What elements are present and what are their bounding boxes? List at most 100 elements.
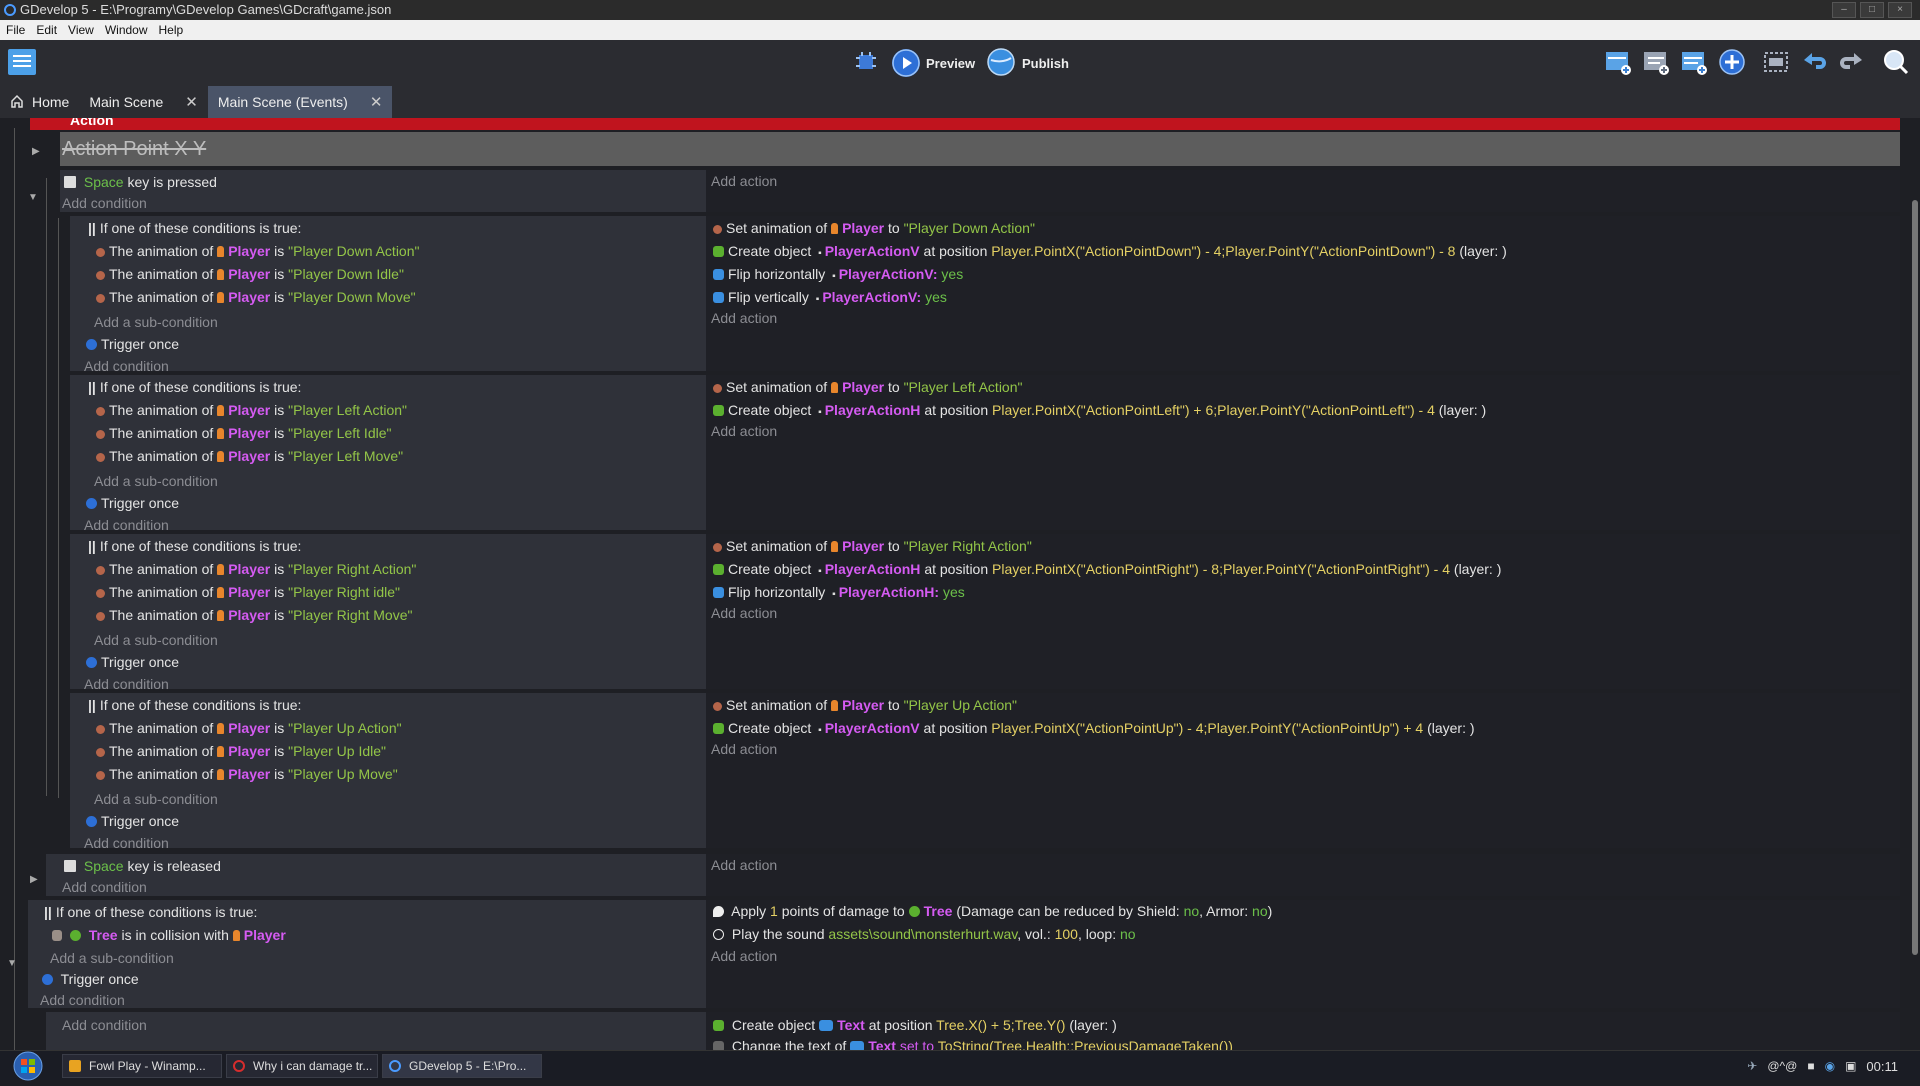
publish-button[interactable]: Publish: [986, 47, 1069, 78]
or-condition[interactable]: || If one of these conditions is true:: [88, 536, 301, 556]
menu-window[interactable]: Window: [105, 23, 148, 37]
action-create-object[interactable]: Create object ▪ PlayerActionH at position…: [713, 559, 1501, 579]
collapse-arrow-icon[interactable]: ▼: [28, 192, 38, 203]
add-subevent-icon[interactable]: [1642, 48, 1670, 81]
condition-animation[interactable]: The animation of Player is "Player Left …: [96, 400, 407, 420]
taskbar-item-browser[interactable]: Why i can damage tr...: [226, 1054, 378, 1078]
add-subcondition-link[interactable]: Add a sub-condition: [94, 312, 218, 332]
menu-file[interactable]: File: [6, 23, 25, 37]
action-set-animation[interactable]: Set animation of Player to "Player Left …: [713, 377, 1022, 397]
add-action-link[interactable]: Add action: [711, 171, 777, 191]
maximize-button[interactable]: □: [1860, 2, 1884, 18]
collapse-arrow-icon[interactable]: ▼: [7, 958, 17, 969]
action-play-sound[interactable]: Play the sound assets\sound\monsterhurt.…: [713, 924, 1136, 944]
add-action-link[interactable]: Add action: [711, 946, 777, 966]
or-condition[interactable]: || If one of these conditions is true:: [44, 902, 257, 922]
condition-animation[interactable]: The animation of Player is "Player Down …: [96, 287, 416, 307]
minimize-button[interactable]: –: [1832, 2, 1856, 18]
add-condition-link[interactable]: Add condition: [84, 356, 169, 376]
condition-animation[interactable]: The animation of Player is "Player Right…: [96, 582, 400, 602]
gamepad-icon[interactable]: ▣: [1845, 1059, 1856, 1073]
close-tab-icon[interactable]: ✕: [370, 93, 383, 111]
add-other-icon[interactable]: [1718, 48, 1746, 81]
condition-key-pressed[interactable]: Space key is pressed: [64, 172, 217, 192]
tab-main-scene-events[interactable]: Main Scene (Events) ✕: [207, 86, 393, 118]
taskbar-item-gdevelop[interactable]: GDevelop 5 - E:\Pro...: [382, 1054, 542, 1078]
condition-trigger-once[interactable]: Trigger once: [86, 334, 179, 354]
action-change-text[interactable]: Change the text of Text set to ToString(…: [713, 1036, 1233, 1050]
action-create-object[interactable]: Create object ▪ PlayerActionH at position…: [713, 400, 1486, 420]
condition-animation[interactable]: The animation of Player is "Player Right…: [96, 559, 416, 579]
add-condition-link[interactable]: Add condition: [40, 990, 125, 1010]
rocket-icon[interactable]: ✈: [1747, 1059, 1757, 1073]
or-condition[interactable]: || If one of these conditions is true:: [88, 695, 301, 715]
add-subcondition-link[interactable]: Add a sub-condition: [94, 789, 218, 809]
sub-event-actions[interactable]: [706, 693, 1900, 848]
condition-animation[interactable]: The animation of Player is "Player Left …: [96, 423, 391, 443]
tab-home[interactable]: Home: [0, 86, 79, 118]
condition-key-released[interactable]: Space key is released: [64, 856, 221, 876]
add-subcondition-link[interactable]: Add a sub-condition: [94, 471, 218, 491]
condition-trigger-once[interactable]: Trigger once: [86, 811, 179, 831]
redo-icon[interactable]: [1838, 48, 1866, 81]
start-button[interactable]: [6, 1051, 50, 1081]
action-set-animation[interactable]: Set animation of Player to "Player Right…: [713, 536, 1032, 556]
menu-edit[interactable]: Edit: [36, 23, 57, 37]
add-event-icon[interactable]: [1604, 48, 1632, 81]
add-action-link[interactable]: Add action: [711, 308, 777, 328]
condition-trigger-once[interactable]: Trigger once: [86, 652, 179, 672]
add-comment-icon[interactable]: [1680, 48, 1708, 81]
debugger-icon[interactable]: [852, 49, 880, 75]
discord-icon[interactable]: ■: [1807, 1059, 1814, 1073]
condition-animation[interactable]: The animation of Player is "Player Down …: [96, 241, 419, 261]
condition-collision[interactable]: Tree is in collision with Player: [52, 925, 286, 945]
action-flip-horizontally[interactable]: Flip horizontally ▪ PlayerActionH: yes: [713, 582, 965, 602]
add-condition-link[interactable]: Add condition: [62, 877, 147, 897]
group-header-bar[interactable]: Action: [30, 118, 1900, 130]
event-actions[interactable]: [706, 854, 1900, 896]
add-action-link[interactable]: Add action: [711, 739, 777, 759]
or-condition[interactable]: || If one of these conditions is true:: [88, 377, 301, 397]
preview-button[interactable]: Preview: [892, 48, 975, 78]
action-apply-damage[interactable]: Apply 1 points of damage to Tree (Damage…: [713, 901, 1272, 921]
or-condition[interactable]: || If one of these conditions is true:: [88, 218, 301, 238]
add-subcondition-link[interactable]: Add a sub-condition: [94, 630, 218, 650]
undo-icon[interactable]: [1800, 48, 1828, 81]
condition-animation[interactable]: The animation of Player is "Player Left …: [96, 446, 403, 466]
sub-event-actions[interactable]: [706, 534, 1900, 689]
action-create-object[interactable]: Create object ▪ PlayerActionV at position…: [713, 241, 1507, 261]
add-action-link[interactable]: Add action: [711, 421, 777, 441]
menu-help[interactable]: Help: [159, 23, 184, 37]
condition-trigger-once[interactable]: Trigger once: [86, 493, 179, 513]
condition-animation[interactable]: The animation of Player is "Player Up Ac…: [96, 718, 402, 738]
condition-animation[interactable]: The animation of Player is "Player Up Id…: [96, 741, 386, 761]
event-actions[interactable]: [706, 170, 1900, 212]
add-condition-link[interactable]: Add condition: [84, 674, 169, 694]
action-set-animation[interactable]: Set animation of Player to "Player Up Ac…: [713, 695, 1017, 715]
expand-arrow-icon[interactable]: ▶: [32, 146, 40, 157]
vertical-scrollbar[interactable]: [1912, 200, 1918, 955]
comment-event[interactable]: Action Point X Y: [60, 132, 1900, 166]
project-manager-icon[interactable]: [8, 49, 36, 75]
add-action-link[interactable]: Add action: [711, 603, 777, 623]
add-condition-link[interactable]: Add condition: [84, 833, 169, 853]
delete-selected-icon[interactable]: [1762, 48, 1790, 81]
tab-main-scene[interactable]: Main Scene ✕: [79, 86, 208, 118]
close-window-button[interactable]: ×: [1888, 2, 1912, 18]
action-flip-horizontally[interactable]: Flip horizontally ▪ PlayerActionV: yes: [713, 264, 963, 284]
condition-animation[interactable]: The animation of Player is "Player Right…: [96, 605, 412, 625]
volume-icon[interactable]: ◉: [1825, 1059, 1835, 1073]
search-icon[interactable]: [1882, 48, 1910, 81]
action-create-object[interactable]: Create object ▪ PlayerActionV at position…: [713, 718, 1475, 738]
add-condition-link[interactable]: Add condition: [62, 193, 147, 213]
close-tab-icon[interactable]: ✕: [185, 93, 198, 111]
expand-arrow-icon[interactable]: ▶: [30, 874, 38, 885]
add-condition-link[interactable]: Add condition: [62, 1015, 147, 1035]
add-condition-link[interactable]: Add condition: [84, 515, 169, 535]
action-create-text[interactable]: Create object Text at position Tree.X() …: [713, 1015, 1117, 1035]
taskbar-item-winamp[interactable]: Fowl Play - Winamp...: [62, 1054, 222, 1078]
menu-view[interactable]: View: [68, 23, 94, 37]
action-set-animation[interactable]: Set animation of Player to "Player Down …: [713, 218, 1035, 238]
condition-animation[interactable]: The animation of Player is "Player Down …: [96, 264, 404, 284]
add-subcondition-link[interactable]: Add a sub-condition: [50, 948, 174, 968]
